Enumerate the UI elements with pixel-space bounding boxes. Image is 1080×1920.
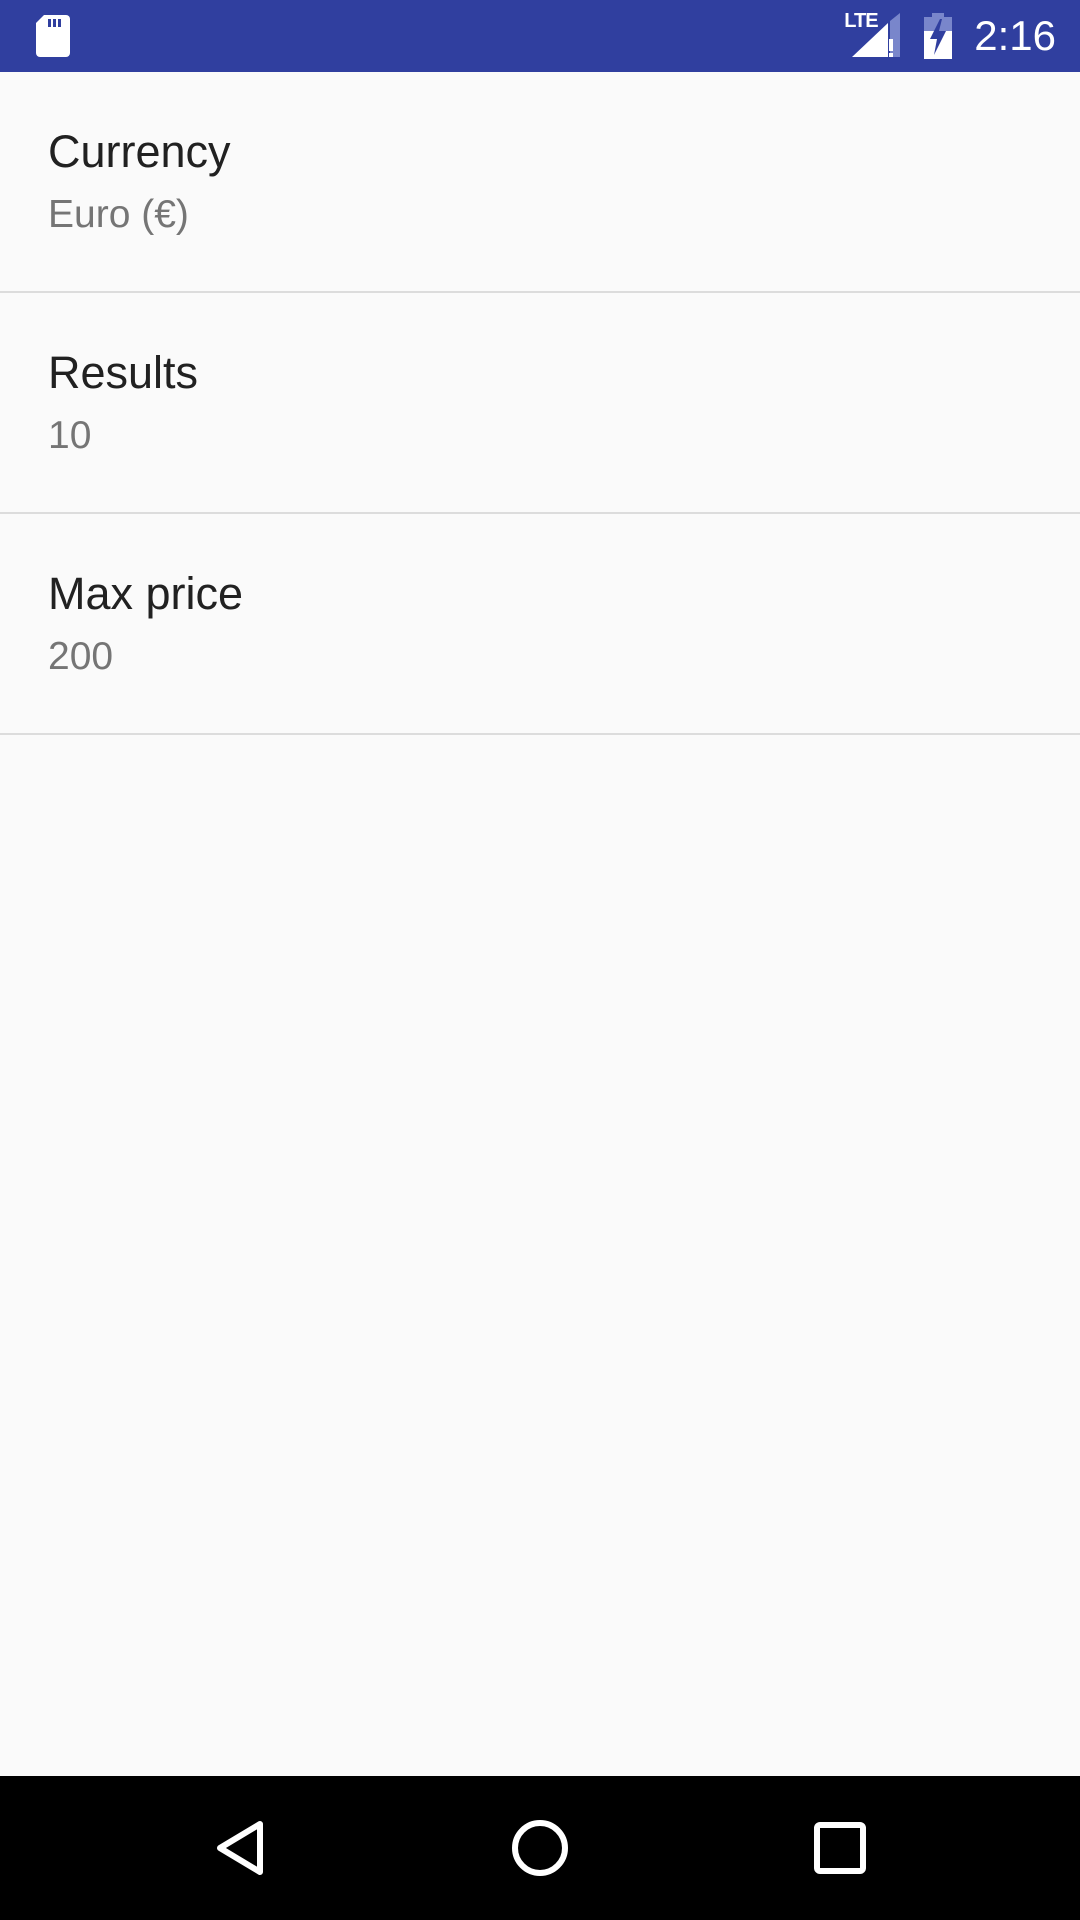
preference-summary: 200 [48,635,114,678]
preference-summary: Euro (€) [48,193,189,236]
preference-title: Results [48,347,199,398]
status-bar: LTE 2:16 [0,0,1080,72]
preference-currency[interactable]: Currency Euro (€) [0,72,1080,293]
preference-results[interactable]: Results 10 [0,293,1080,514]
status-clock: 2:16 [974,12,1056,59]
cell-signal-icon: LTE [842,11,902,61]
preference-title: Currency [48,126,231,177]
navigation-bar [0,1776,1080,1920]
settings-screen: LTE 2:16 Currency Euro (€) Results 10 Ma… [0,0,1080,1920]
recents-square-icon [814,1822,866,1874]
back-button[interactable] [190,1798,290,1898]
home-button[interactable] [490,1798,590,1898]
preference-max-price[interactable]: Max price 200 [0,514,1080,735]
sd-card-icon [36,15,70,57]
preference-list: Currency Euro (€) Results 10 Max price 2… [0,72,1080,735]
battery-charging-icon [924,13,953,59]
back-triangle-icon [217,1821,263,1875]
preference-summary: 10 [48,414,92,457]
home-circle-icon [512,1820,568,1876]
preference-title: Max price [48,568,244,619]
recents-button[interactable] [790,1798,890,1898]
